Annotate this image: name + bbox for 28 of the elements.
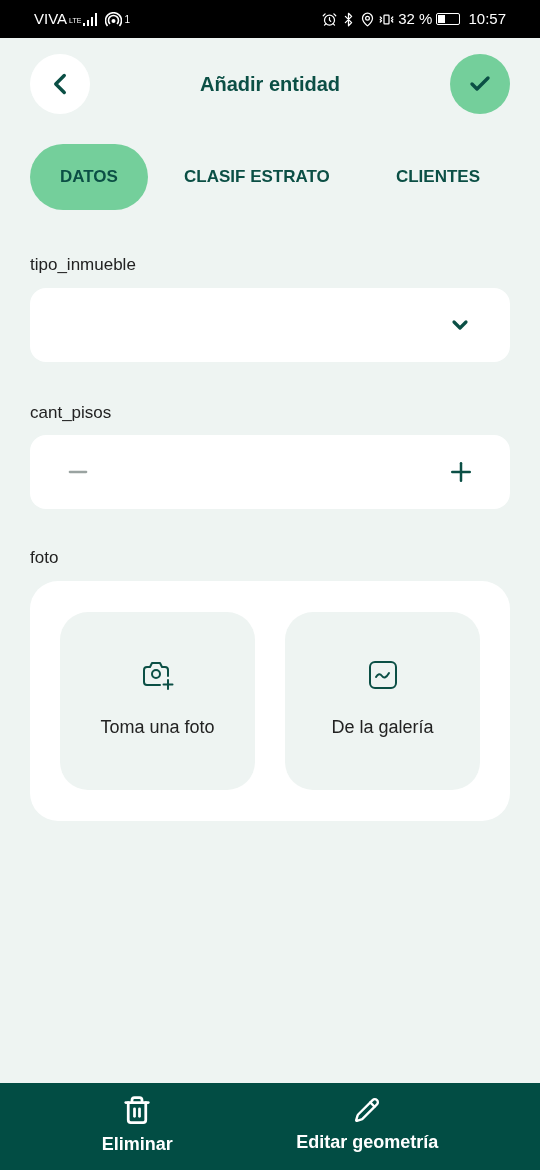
- camera-plus-icon: [141, 660, 174, 690]
- image-icon: [367, 660, 398, 690]
- alarm-icon: [322, 11, 338, 27]
- field-label: cant_pisos: [29, 401, 113, 424]
- hotspot-icon: [105, 11, 123, 27]
- trash-icon: [122, 1095, 153, 1125]
- confirm-button[interactable]: [450, 54, 510, 114]
- location-icon: [360, 11, 376, 27]
- tab[interactable]: CLASIF ESTRATO: [154, 144, 360, 210]
- field-label: tipo_inmueble: [29, 254, 137, 276]
- photo-option-button[interactable]: Toma una foto: [60, 611, 255, 790]
- dropdown-field[interactable]: [30, 287, 510, 362]
- page-title: Añadir entidad: [200, 72, 340, 97]
- stepper-field[interactable]: [30, 435, 510, 509]
- vibrate-icon: [379, 11, 395, 27]
- bottom-action-button[interactable]: Eliminar: [101, 1095, 173, 1158]
- tab[interactable]: CLIENTES: [365, 144, 510, 210]
- tab[interactable]: DATOS: [30, 144, 148, 210]
- field-label: foto: [29, 547, 60, 569]
- photo-option-button[interactable]: De la galería: [285, 611, 480, 790]
- hotspot-count: 1: [124, 12, 130, 27]
- battery-percent: 32 %: [398, 8, 433, 29]
- carrier-text: VIVA: [34, 8, 68, 29]
- clock-time: 10:57: [468, 8, 506, 29]
- signal-icon: [83, 12, 98, 26]
- bottom-action-button[interactable]: Editar geometría: [296, 1097, 439, 1156]
- pencil-icon: [354, 1097, 381, 1123]
- battery-icon: [436, 13, 461, 25]
